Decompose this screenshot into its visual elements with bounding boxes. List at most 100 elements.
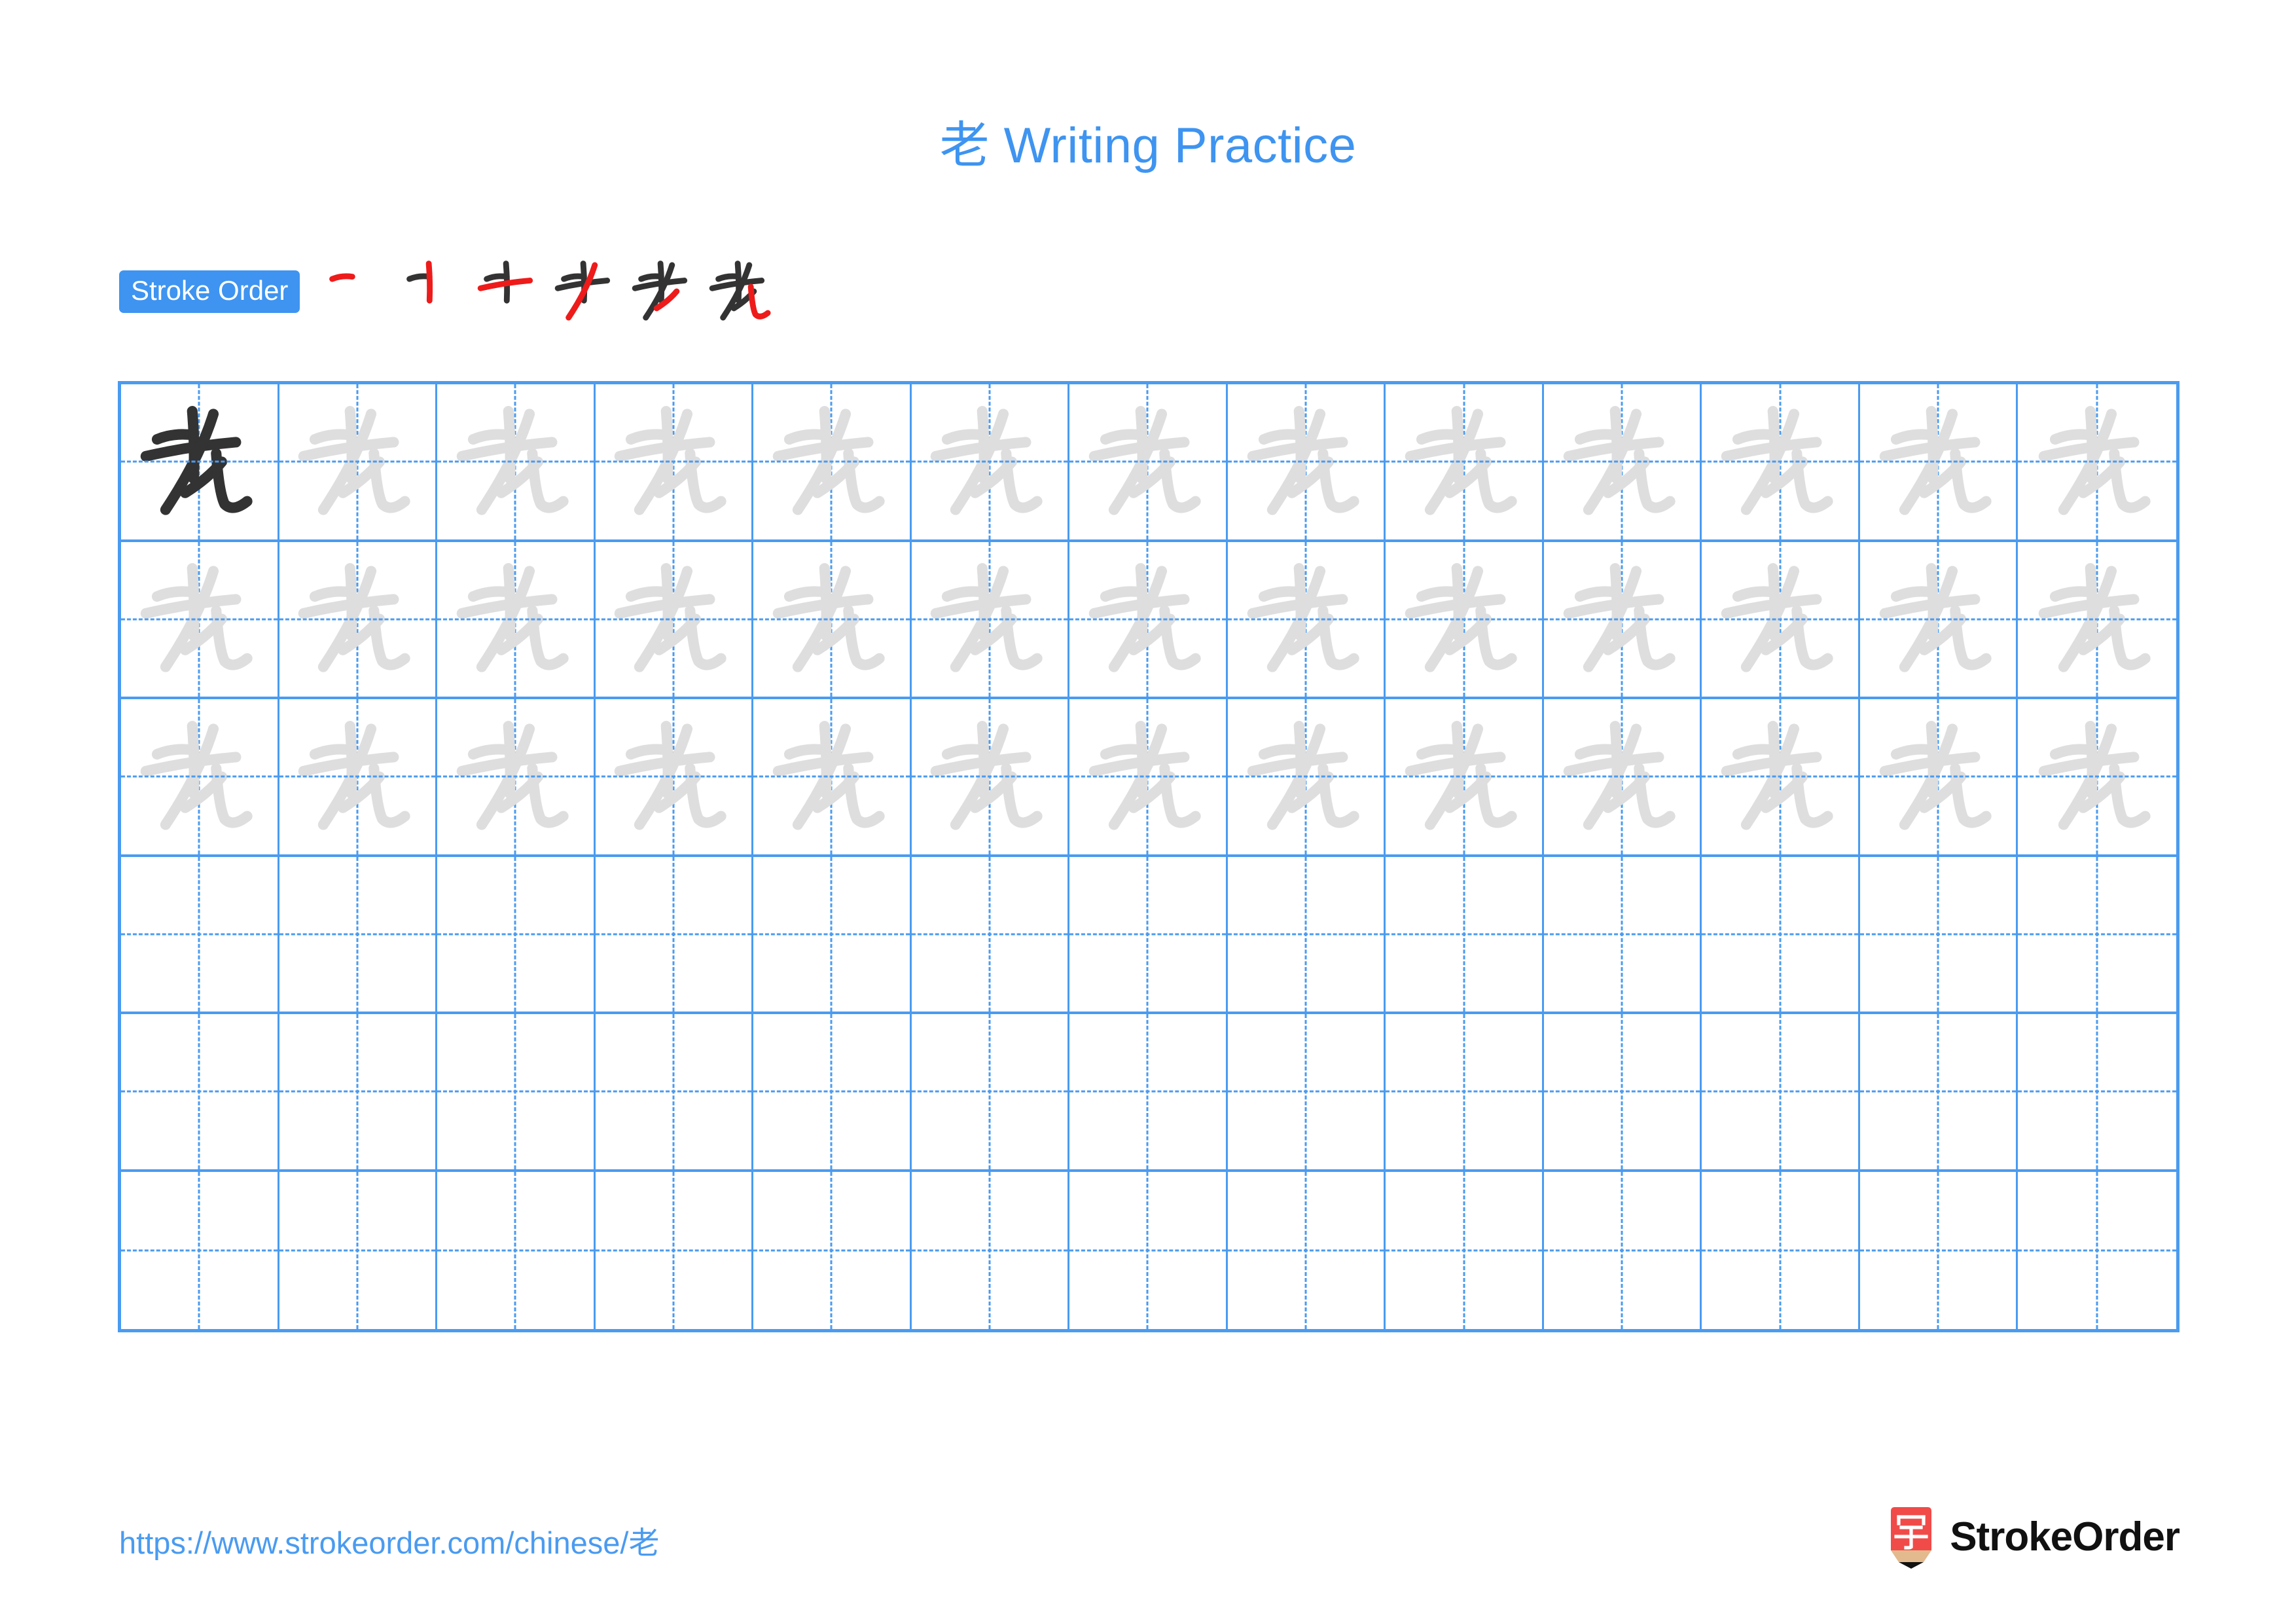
practice-cell-r5c5[interactable] (753, 1014, 912, 1172)
practice-cell-r3c1[interactable] (121, 699, 279, 857)
practice-cell-r1c6[interactable] (911, 384, 1070, 542)
practice-cell-r1c2[interactable] (279, 384, 438, 542)
practice-cell-r2c8[interactable] (1227, 541, 1386, 699)
practice-cell-r3c7[interactable] (1069, 699, 1228, 857)
practice-cell-r3c12[interactable] (1859, 699, 2018, 857)
practice-cell-r1c7[interactable] (1069, 384, 1228, 542)
practice-cell-r6c9[interactable] (1386, 1171, 1544, 1329)
practice-cell-r2c2[interactable] (279, 541, 438, 699)
trace-character (121, 699, 278, 854)
practice-cell-r6c11[interactable] (1702, 1171, 1860, 1329)
practice-cell-r4c8[interactable] (1227, 856, 1386, 1014)
trace-character (1386, 384, 1542, 539)
practice-cell-r3c8[interactable] (1227, 699, 1386, 857)
practice-cell-r6c7[interactable] (1069, 1171, 1228, 1329)
practice-cell-r2c10[interactable] (1543, 541, 1702, 699)
trace-character (1544, 699, 1700, 854)
practice-cell-r3c11[interactable] (1702, 699, 1860, 857)
practice-cell-r1c4[interactable] (595, 384, 754, 542)
practice-cell-r1c1[interactable] (121, 384, 279, 542)
practice-cell-r4c1[interactable] (121, 856, 279, 1014)
practice-cell-r3c2[interactable] (279, 699, 438, 857)
practice-cell-r4c4[interactable] (595, 856, 754, 1014)
practice-cell-r4c9[interactable] (1386, 856, 1544, 1014)
practice-cell-r6c4[interactable] (596, 1171, 754, 1329)
trace-character (1386, 542, 1542, 697)
practice-cell-r4c6[interactable] (911, 856, 1070, 1014)
practice-cell-r5c3[interactable] (437, 1014, 596, 1172)
practice-cell-r5c6[interactable] (911, 1014, 1070, 1172)
character-glyph (140, 405, 253, 515)
practice-cell-r5c13[interactable] (2018, 1014, 2176, 1172)
practice-cell-r4c13[interactable] (2018, 857, 2176, 1014)
character-glyph (1563, 405, 1676, 515)
practice-cell-r6c6[interactable] (912, 1171, 1070, 1329)
practice-cell-r6c12[interactable] (1860, 1171, 2018, 1329)
practice-cell-r2c6[interactable] (911, 541, 1070, 699)
practice-cell-r3c4[interactable] (595, 699, 754, 857)
practice-cell-r1c12[interactable] (1859, 384, 2018, 542)
stroke-step-5 (626, 253, 703, 330)
practice-cell-r3c10[interactable] (1543, 699, 1702, 857)
trace-character (1228, 542, 1384, 697)
trace-character (1860, 542, 2017, 697)
practice-cell-r6c13[interactable] (2018, 1172, 2176, 1330)
character-glyph (1563, 720, 1676, 830)
practice-cell-r3c9[interactable] (1386, 699, 1544, 857)
source-url[interactable]: https://www.strokeorder.com/chinese/老 (119, 1518, 659, 1563)
brand-name: StrokeOrder (1950, 1514, 2180, 1559)
practice-cell-r5c2[interactable] (279, 1014, 438, 1172)
practice-cell-r1c13[interactable] (2018, 384, 2176, 542)
practice-cell-r5c1[interactable] (121, 1014, 279, 1172)
practice-cell-r5c9[interactable] (1386, 1014, 1544, 1172)
practice-cell-r6c1[interactable] (121, 1171, 279, 1329)
practice-cell-r5c8[interactable] (1227, 1014, 1386, 1172)
character-glyph (298, 405, 410, 515)
practice-cell-r2c1[interactable] (121, 541, 279, 699)
character-glyph (931, 563, 1043, 672)
character-glyph (1405, 563, 1517, 672)
practice-cell-r4c12[interactable] (1859, 856, 2018, 1014)
practice-cell-r4c10[interactable] (1543, 856, 1702, 1014)
trace-character (437, 699, 594, 854)
practice-cell-r6c3[interactable] (437, 1171, 596, 1329)
practice-cell-r6c10[interactable] (1544, 1171, 1702, 1329)
character-glyph (1879, 405, 1992, 515)
practice-cell-r5c7[interactable] (1069, 1014, 1228, 1172)
practice-cell-r2c7[interactable] (1069, 541, 1228, 699)
practice-cell-r2c5[interactable] (753, 541, 912, 699)
practice-cell-r1c9[interactable] (1386, 384, 1544, 542)
practice-cell-r1c3[interactable] (437, 384, 596, 542)
practice-cell-r6c2[interactable] (279, 1171, 438, 1329)
practice-cell-r2c12[interactable] (1859, 541, 2018, 699)
practice-cell-r1c5[interactable] (753, 384, 912, 542)
practice-cell-r1c10[interactable] (1543, 384, 1702, 542)
practice-cell-r4c7[interactable] (1069, 856, 1228, 1014)
practice-cell-r4c2[interactable] (279, 856, 438, 1014)
practice-cell-r4c11[interactable] (1702, 856, 1860, 1014)
trace-character (912, 699, 1068, 854)
practice-cell-r3c13[interactable] (2018, 699, 2176, 857)
practice-cell-r3c3[interactable] (437, 699, 596, 857)
character-glyph (1247, 563, 1359, 672)
practice-cell-r1c8[interactable] (1227, 384, 1386, 542)
practice-cell-r4c3[interactable] (437, 856, 596, 1014)
practice-cell-r5c4[interactable] (595, 1014, 754, 1172)
practice-cell-r2c13[interactable] (2018, 542, 2176, 699)
trace-character (2018, 699, 2176, 854)
practice-cell-r2c9[interactable] (1386, 541, 1544, 699)
practice-cell-r5c12[interactable] (1859, 1014, 2018, 1172)
practice-cell-r2c3[interactable] (437, 541, 596, 699)
trace-character (279, 384, 436, 539)
practice-cell-r3c5[interactable] (753, 699, 912, 857)
practice-cell-r5c10[interactable] (1543, 1014, 1702, 1172)
practice-cell-r2c4[interactable] (595, 541, 754, 699)
practice-cell-r3c6[interactable] (911, 699, 1070, 857)
practice-cell-r6c5[interactable] (753, 1171, 912, 1329)
trace-character (596, 699, 752, 854)
practice-cell-r1c11[interactable] (1702, 384, 1860, 542)
practice-cell-r4c5[interactable] (753, 856, 912, 1014)
practice-cell-r2c11[interactable] (1702, 541, 1860, 699)
practice-cell-r5c11[interactable] (1702, 1014, 1860, 1172)
practice-cell-r6c8[interactable] (1228, 1171, 1386, 1329)
